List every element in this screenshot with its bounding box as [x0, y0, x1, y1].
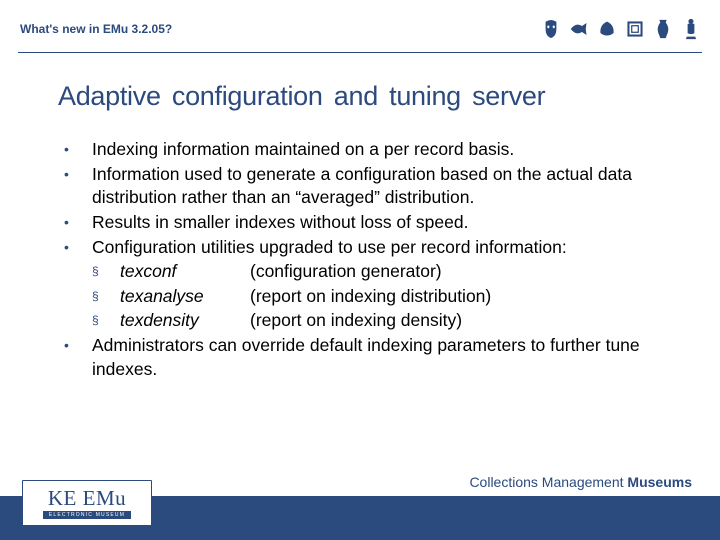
frame-icon: [626, 18, 644, 40]
bullet-text: Indexing information maintained on a per…: [92, 138, 670, 162]
slide-footer: Collections Management Museums KE EMu EL…: [0, 468, 720, 540]
bullet-text: Results in smaller indexes without loss …: [92, 211, 670, 235]
mask-icon: [542, 18, 560, 40]
vase-icon: [654, 18, 672, 40]
utility-desc: (report on indexing distribution): [250, 285, 491, 309]
bullet-item: • Information used to generate a configu…: [58, 163, 670, 210]
footer-tagline: Collections Management Museums: [469, 474, 692, 490]
bullet-text: Administrators can override default inde…: [92, 334, 670, 381]
slide-header: What's new in EMu 3.2.05?: [0, 0, 720, 52]
bullet-marker: •: [58, 236, 92, 260]
slide-title: Adaptive configuration and tuning server: [58, 81, 670, 112]
logo-box: KE EMu ELECTRONIC MUSEUM: [22, 480, 152, 526]
utility-name: texconf: [120, 260, 250, 284]
slide-content: Adaptive configuration and tuning server…: [0, 53, 720, 381]
footer-tag-bold: Museums: [627, 474, 692, 490]
logo-subtext: ELECTRONIC MUSEUM: [43, 511, 131, 519]
bullet-item: • Indexing information maintained on a p…: [58, 138, 670, 162]
bullet-marker: •: [58, 211, 92, 235]
sub-bullet-item: § texanalyse (report on indexing distrib…: [58, 285, 670, 309]
utility-name: texanalyse: [120, 285, 250, 309]
bullet-text: Configuration utilities upgraded to use …: [92, 236, 670, 260]
sub-bullet-item: § texdensity (report on indexing density…: [58, 309, 670, 333]
bullet-item: • Administrators can override default in…: [58, 334, 670, 381]
statue-icon: [682, 18, 700, 40]
utility-name: texdensity: [120, 309, 250, 333]
footer-tag-text: Collections Management: [469, 474, 627, 490]
utility-desc: (configuration generator): [250, 260, 442, 284]
bullet-marker: •: [58, 334, 92, 381]
bullet-item: • Configuration utilities upgraded to us…: [58, 236, 670, 260]
bullet-marker: •: [58, 163, 92, 210]
sub-bullet-marker: §: [92, 260, 120, 284]
bullet-text: Information used to generate a configura…: [92, 163, 670, 210]
header-icon-row: [542, 18, 700, 40]
sub-bullet-marker: §: [92, 285, 120, 309]
fish-icon: [570, 18, 588, 40]
shell-icon: [598, 18, 616, 40]
sub-bullet-marker: §: [92, 309, 120, 333]
sub-bullet-item: § texconf (configuration generator): [58, 260, 670, 284]
bullet-item: • Results in smaller indexes without los…: [58, 211, 670, 235]
bullet-marker: •: [58, 138, 92, 162]
logo-text: KE EMu: [48, 488, 126, 509]
bullet-list: • Indexing information maintained on a p…: [58, 138, 670, 381]
utility-desc: (report on indexing density): [250, 309, 462, 333]
header-title: What's new in EMu 3.2.05?: [20, 22, 172, 36]
